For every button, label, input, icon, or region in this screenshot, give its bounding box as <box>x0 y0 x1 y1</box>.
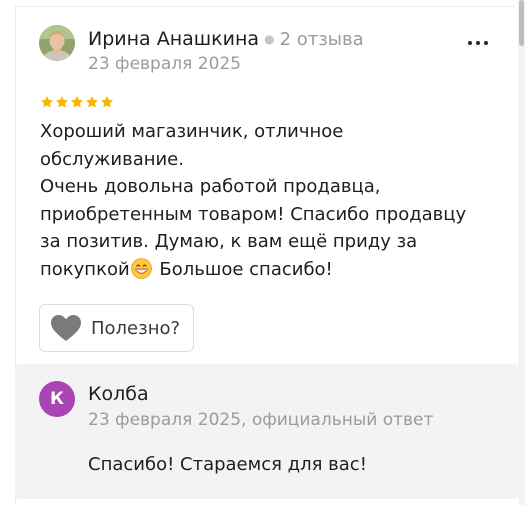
heart-icon <box>51 314 81 341</box>
star-icon <box>40 96 54 108</box>
grinning-face-emoji-icon <box>130 257 152 279</box>
ellipsis-icon <box>468 41 472 45</box>
business-name[interactable]: Колба <box>88 383 149 405</box>
review-date: 23 февраля 2025 <box>88 54 242 74</box>
review-text-line: за позитив. Думаю, к вам ещё приду за <box>40 231 418 252</box>
review-text-line: обслуживание. <box>40 148 184 170</box>
business-avatar[interactable]: К <box>39 381 75 417</box>
scrollbar[interactable] <box>518 0 525 505</box>
star-icon <box>85 96 99 108</box>
review-text-line: Очень довольна работой продавца, <box>40 176 381 197</box>
author-avatar[interactable] <box>39 25 75 61</box>
scrollbar-thumb[interactable] <box>519 0 524 46</box>
review-text-segment: покупкой <box>40 258 130 280</box>
helpful-button[interactable]: Полезно? <box>39 304 194 352</box>
separator-dot: ● <box>264 32 275 46</box>
author-line: Ирина Анашкина ● 2 отзыва <box>88 27 364 51</box>
review-text-line: Хороший магазинчик, отличное <box>40 121 344 142</box>
author-review-count[interactable]: 2 отзыва <box>280 29 364 50</box>
author-name[interactable]: Ирина Анашкина <box>88 28 259 50</box>
star-icon <box>70 96 84 108</box>
star-icon <box>55 96 69 108</box>
star-icon <box>100 96 114 108</box>
review-page: Ирина Анашкина ● 2 отзыва 23 февраля 202… <box>0 0 525 505</box>
review-text: Хороший магазинчик, отличное обслуживани… <box>40 118 480 283</box>
rating-stars <box>40 95 114 109</box>
reply-meta: 23 февраля 2025, официальный ответ <box>88 410 434 430</box>
reply-text: Спасибо! Стараемся для вас! <box>88 454 367 475</box>
review-text-segment: Большое спасибо! <box>153 258 333 280</box>
ellipsis-icon <box>476 41 480 45</box>
helpful-label: Полезно? <box>91 317 181 339</box>
ellipsis-icon <box>484 41 488 45</box>
more-options-button[interactable] <box>463 33 493 53</box>
review-text-line: покупкой Большое спасибо! <box>40 256 480 284</box>
review-text-line: приобретенным товаром! Спасибо продавцу <box>40 203 467 225</box>
author-photo <box>39 25 75 61</box>
